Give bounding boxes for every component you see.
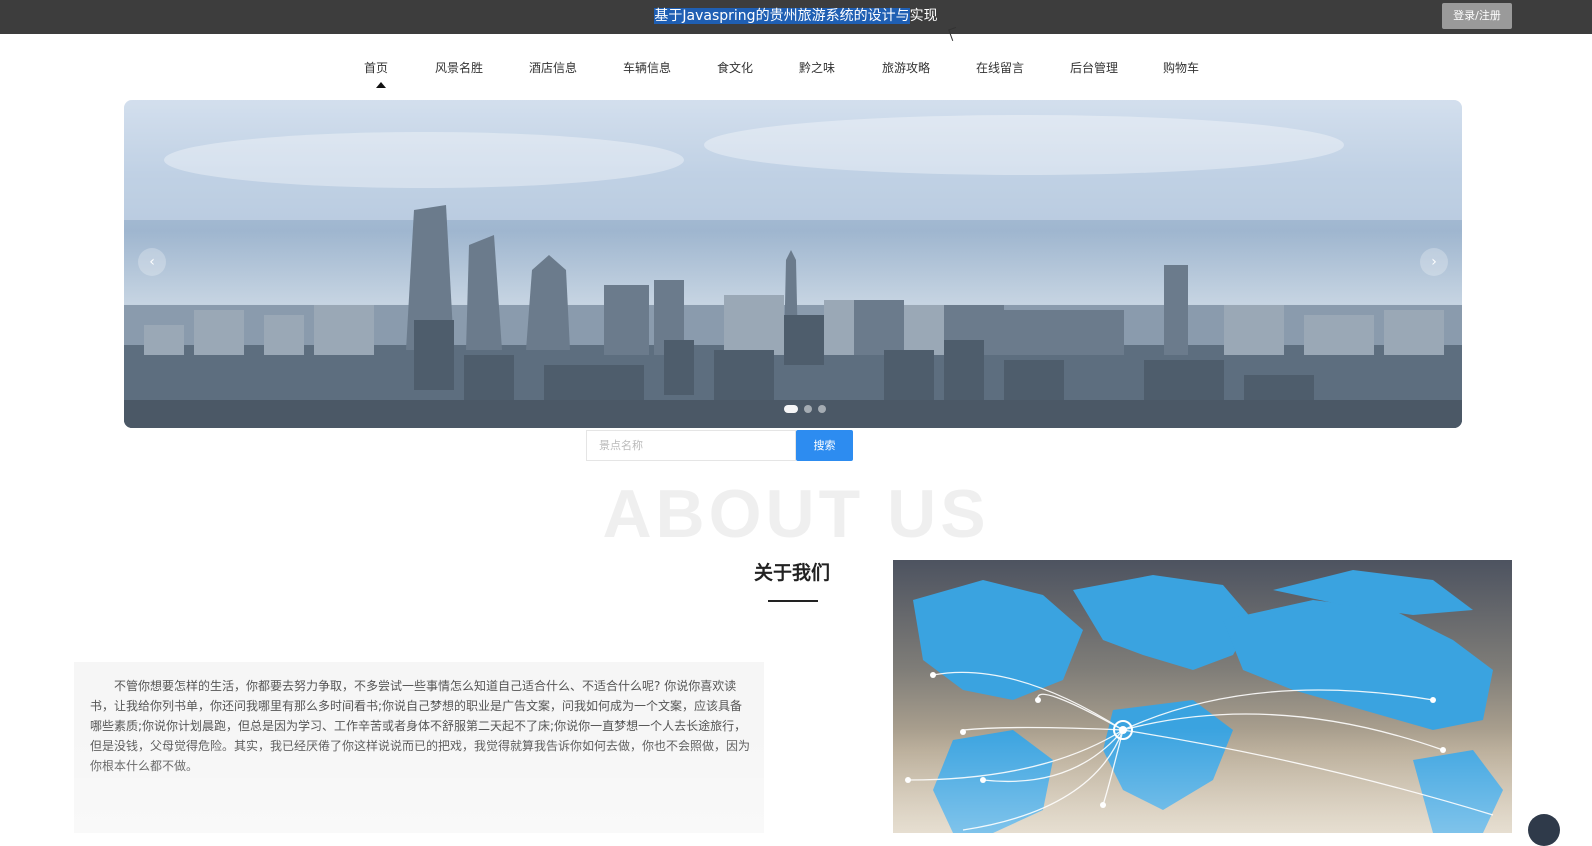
- site-title-selected-text: 基于Javaspring的贵州旅游系统的设计与: [654, 8, 910, 24]
- carousel-next-icon[interactable]: ›: [1420, 248, 1448, 276]
- about-text-panel: 不管你想要怎样的生活，你都要去努力争取，不多尝试一些事情怎么知道自己适合什么、不…: [74, 662, 764, 833]
- nav-item-vehicles[interactable]: 车辆信息: [623, 59, 671, 76]
- nav-item-admin[interactable]: 后台管理: [1070, 59, 1118, 76]
- about-us-watermark-text: ABOUT US: [602, 476, 990, 552]
- search-button[interactable]: 搜索: [796, 430, 853, 461]
- nav-item-local-flavors[interactable]: 黔之味: [799, 59, 835, 76]
- active-nav-caret-icon: [376, 82, 386, 88]
- hero-carousel[interactable]: ‹ ›: [124, 100, 1462, 428]
- nav-item-travel-guides[interactable]: 旅游攻略: [882, 59, 930, 76]
- city-skyline-image: [124, 100, 1462, 428]
- nav-item-home[interactable]: 首页: [364, 59, 388, 76]
- nav-item-hotels[interactable]: 酒店信息: [529, 59, 577, 76]
- site-title: 基于Javaspring的贵州旅游系统的设计与实现: [0, 6, 1592, 26]
- nav-item-scenic-spots[interactable]: 风景名胜: [435, 59, 483, 76]
- carousel-dot-1[interactable]: [784, 405, 798, 413]
- about-section-title: 关于我们: [753, 562, 830, 584]
- main-nav: 首页 风景名胜 酒店信息 车辆信息 食文化 黔之味 旅游攻略 在线留言 后台管理…: [0, 34, 1592, 96]
- login-register-button[interactable]: 登录/注册: [1442, 3, 1512, 29]
- carousel-dot-3[interactable]: [818, 405, 826, 413]
- floating-chat-icon[interactable]: [1528, 814, 1560, 846]
- nav-item-messages[interactable]: 在线留言: [976, 59, 1024, 76]
- carousel-prev-icon[interactable]: ‹: [138, 248, 166, 276]
- top-bar: 基于Javaspring的贵州旅游系统的设计与实现 登录/注册: [0, 0, 1592, 34]
- site-title-rest-text: 实现: [909, 8, 938, 24]
- world-map-logistics-image: [893, 560, 1512, 833]
- carousel-dot-2[interactable]: [804, 405, 812, 413]
- about-body-text: 不管你想要怎样的生活，你都要去努力争取，不多尝试一些事情怎么知道自己适合什么、不…: [90, 679, 751, 773]
- carousel-indicators: [784, 405, 826, 413]
- search-input[interactable]: [586, 430, 796, 461]
- nav-item-food-culture[interactable]: 食文化: [717, 59, 753, 76]
- nav-item-cart[interactable]: 购物车: [1163, 59, 1199, 76]
- about-title-underline: [768, 600, 818, 602]
